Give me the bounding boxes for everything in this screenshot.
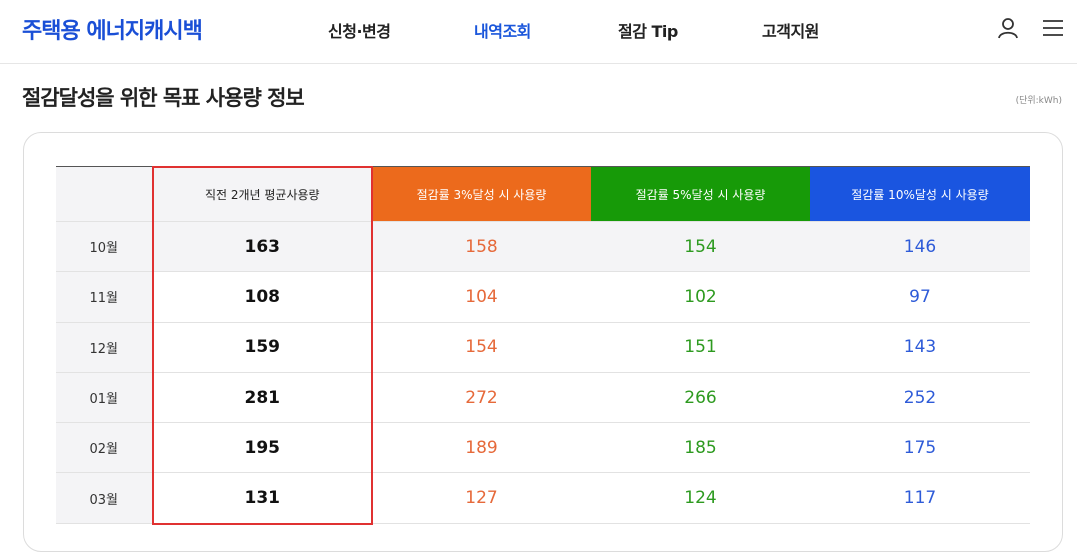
cell-save-5: 151 [591,322,810,373]
cell-save-5: 102 [591,271,810,323]
table-row: 12월 159 154 151 143 [56,322,1030,373]
cell-save-3: 127 [372,472,591,524]
cell-month: 02월 [56,422,153,474]
cell-save-5: 266 [591,372,810,424]
cell-month: 01월 [56,372,153,424]
cell-month: 12월 [56,322,153,373]
cell-save-5: 185 [591,422,810,474]
cell-save-10: 143 [810,322,1030,373]
nav-support[interactable]: 고객지원 [762,18,819,42]
cell-save-3: 154 [372,322,591,373]
cell-avg: 195 [152,422,372,474]
cell-save-3: 158 [372,220,591,273]
cell-avg: 281 [152,372,372,424]
cell-save-3: 189 [372,422,591,474]
cell-save-3: 272 [372,372,591,424]
unit-label: (단위:kWh) [1015,96,1062,106]
table-row: 10월 163 158 154 146 [56,220,1030,273]
hamburger-menu-icon[interactable] [1042,19,1064,37]
table-row: 11월 108 104 102 97 [56,271,1030,323]
section-title: 절감달성을 위한 목표 사용량 정보 [22,86,305,110]
cell-save-10: 146 [810,220,1030,273]
cell-month: 10월 [56,220,153,273]
usage-table: 직전 2개년 평균사용량 절감률 3%달성 시 사용량 절감률 5%달성 시 사… [56,166,1030,524]
cell-save-3: 104 [372,271,591,323]
nav-history[interactable]: 내역조회 [474,18,531,42]
header-save-3: 절감률 3%달성 시 사용량 [372,166,591,222]
header-month [56,166,153,222]
table-row: 03월 131 127 124 117 [56,472,1030,524]
header-save-10: 절감률 10%달성 시 사용량 [810,166,1030,222]
cell-avg: 131 [152,472,372,524]
header-save-5: 절감률 5%달성 시 사용량 [591,166,810,222]
nav-saving-tip[interactable]: 절감 Tip [618,18,678,42]
table-row: 02월 195 189 185 175 [56,422,1030,474]
top-header: 주택용 에너지캐시백 신청·변경 내역조회 절감 Tip 고객지원 [0,0,1077,64]
cell-save-5: 124 [591,472,810,524]
cell-avg: 159 [152,322,372,373]
cell-save-10: 117 [810,472,1030,524]
nav-apply-change[interactable]: 신청·변경 [328,18,391,42]
table-header-row: 직전 2개년 평균사용량 절감률 3%달성 시 사용량 절감률 5%달성 시 사… [56,166,1030,222]
header-avg-usage: 직전 2개년 평균사용량 [152,166,372,222]
user-icon[interactable] [997,17,1019,39]
cell-month: 11월 [56,271,153,323]
cell-avg: 163 [152,220,372,273]
table-row: 01월 281 272 266 252 [56,372,1030,424]
cell-save-10: 97 [810,271,1030,323]
cell-save-10: 175 [810,422,1030,474]
cell-avg: 108 [152,271,372,323]
site-logo[interactable]: 주택용 에너지캐시백 [22,13,203,45]
cell-save-10: 252 [810,372,1030,424]
cell-save-5: 154 [591,220,810,273]
cell-month: 03월 [56,472,153,524]
